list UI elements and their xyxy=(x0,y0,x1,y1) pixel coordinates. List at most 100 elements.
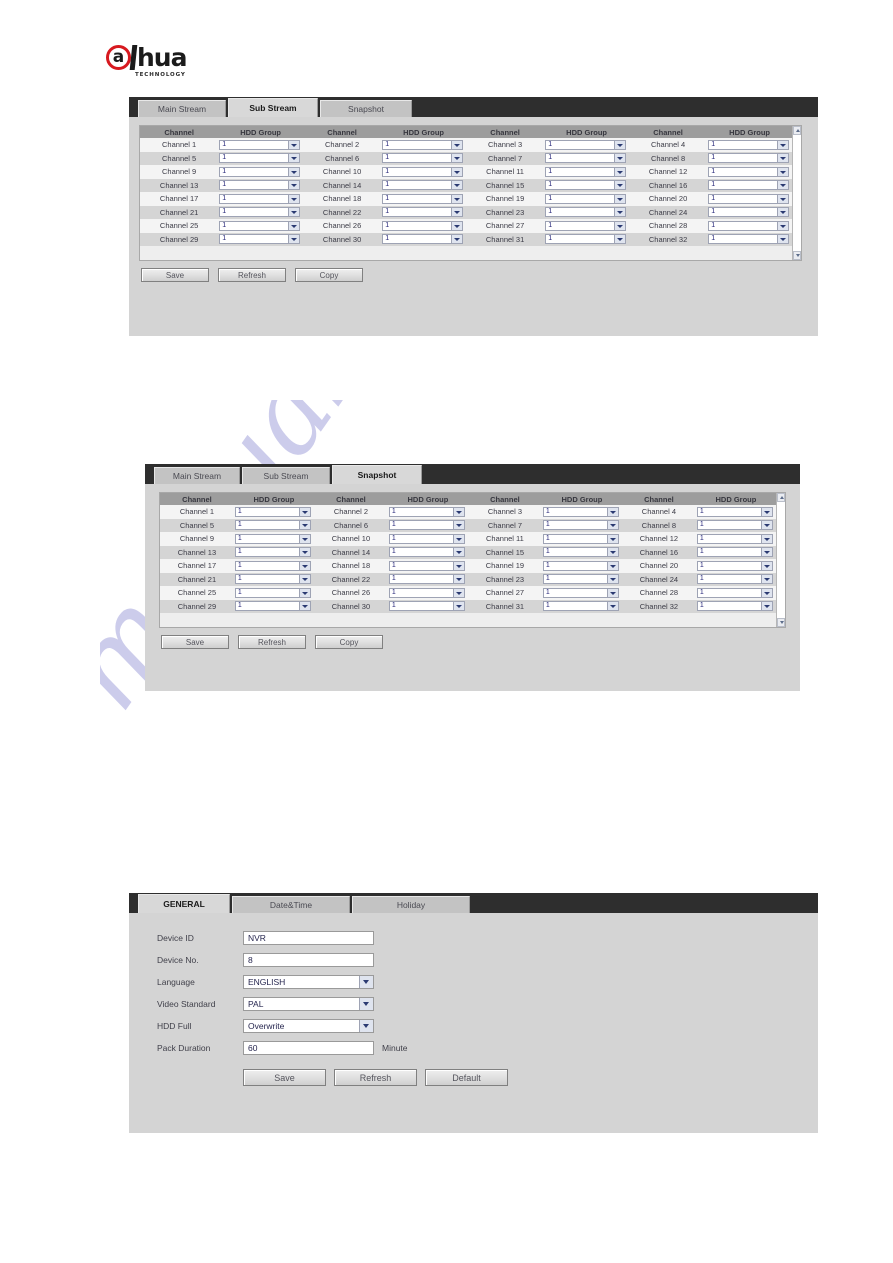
hdd-group-select[interactable]: 1 xyxy=(388,601,465,612)
hdd-group-select[interactable]: 1 xyxy=(388,560,465,571)
chevron-down-icon[interactable] xyxy=(287,154,299,163)
hdd-group-select[interactable]: 1 xyxy=(696,547,773,558)
hdd-group-select[interactable]: 1 xyxy=(234,533,311,544)
chevron-down-icon[interactable] xyxy=(613,167,625,176)
chevron-down-icon[interactable] xyxy=(606,548,618,557)
hdd-group-select[interactable]: 1 xyxy=(542,587,619,598)
hdd-group-select[interactable]: 1 xyxy=(708,220,789,231)
chevron-down-icon[interactable] xyxy=(452,548,464,557)
scroll-up-arrow-icon[interactable] xyxy=(777,493,785,502)
scrollbar-track[interactable] xyxy=(777,502,785,618)
hdd-group-select[interactable]: 1 xyxy=(234,520,311,531)
chevron-down-icon[interactable] xyxy=(777,140,788,149)
chevron-down-icon[interactable] xyxy=(450,181,462,190)
tab-main-stream[interactable]: Main Stream xyxy=(138,100,226,117)
chevron-down-icon[interactable] xyxy=(606,521,618,530)
tab-sub-stream[interactable]: Sub Stream xyxy=(228,98,318,117)
chevron-down-icon[interactable] xyxy=(777,221,788,230)
tab-snapshot[interactable]: Snapshot xyxy=(332,465,422,484)
chevron-down-icon[interactable] xyxy=(359,1020,373,1032)
chevron-down-icon[interactable] xyxy=(287,140,299,149)
hdd-group-select[interactable]: 1 xyxy=(388,533,465,544)
chevron-down-icon[interactable] xyxy=(287,235,299,244)
device-no-input[interactable]: 8 xyxy=(243,953,374,967)
hdd-group-select[interactable]: 1 xyxy=(234,587,311,598)
hdd-group-select[interactable]: 1 xyxy=(219,234,300,245)
chevron-down-icon[interactable] xyxy=(298,534,310,543)
hdd-group-select[interactable]: 1 xyxy=(696,506,773,517)
chevron-down-icon[interactable] xyxy=(287,181,299,190)
chevron-down-icon[interactable] xyxy=(452,507,464,516)
chevron-down-icon[interactable] xyxy=(298,507,310,516)
hdd-group-select[interactable]: 1 xyxy=(696,574,773,585)
hdd-group-select[interactable]: 1 xyxy=(219,166,300,177)
tab-snapshot[interactable]: Snapshot xyxy=(320,100,412,117)
chevron-down-icon[interactable] xyxy=(298,588,310,597)
scroll-up-arrow-icon[interactable] xyxy=(793,126,801,135)
chevron-down-icon[interactable] xyxy=(606,588,618,597)
hdd-group-select[interactable]: 1 xyxy=(388,587,465,598)
hdd-group-select[interactable]: 1 xyxy=(696,601,773,612)
chevron-down-icon[interactable] xyxy=(452,561,464,570)
chevron-down-icon[interactable] xyxy=(613,140,625,149)
hdd-group-select[interactable]: 1 xyxy=(708,166,789,177)
chevron-down-icon[interactable] xyxy=(450,208,462,217)
hdd-group-select[interactable]: 1 xyxy=(219,207,300,218)
chevron-down-icon[interactable] xyxy=(777,194,788,203)
chevron-down-icon[interactable] xyxy=(761,575,772,584)
hdd-group-select[interactable]: 1 xyxy=(696,587,773,598)
hdd-group-select[interactable]: 1 xyxy=(388,574,465,585)
hdd-group-select[interactable]: 1 xyxy=(382,234,463,245)
hdd-group-select[interactable]: 1 xyxy=(545,193,626,204)
hdd-group-select[interactable]: 1 xyxy=(388,506,465,517)
hdd-group-select[interactable]: 1 xyxy=(219,193,300,204)
copy-button[interactable]: Copy xyxy=(315,634,383,649)
save-button[interactable]: Save xyxy=(243,1069,326,1086)
chevron-down-icon[interactable] xyxy=(777,235,788,244)
refresh-button[interactable]: Refresh xyxy=(218,267,286,282)
chevron-down-icon[interactable] xyxy=(287,167,299,176)
chevron-down-icon[interactable] xyxy=(287,208,299,217)
chevron-down-icon[interactable] xyxy=(777,167,788,176)
chevron-down-icon[interactable] xyxy=(606,561,618,570)
chevron-down-icon[interactable] xyxy=(613,235,625,244)
hdd-group-select[interactable]: 1 xyxy=(382,153,463,164)
chevron-down-icon[interactable] xyxy=(452,534,464,543)
save-button[interactable]: Save xyxy=(141,267,209,282)
video-standard-select[interactable]: PAL xyxy=(243,997,374,1011)
chevron-down-icon[interactable] xyxy=(761,602,772,611)
pack-duration-input[interactable]: 60 xyxy=(243,1041,374,1055)
hdd-group-select[interactable]: 1 xyxy=(545,139,626,150)
chevron-down-icon[interactable] xyxy=(761,588,772,597)
chevron-down-icon[interactable] xyxy=(761,561,772,570)
hdd-group-select[interactable]: 1 xyxy=(388,520,465,531)
chevron-down-icon[interactable] xyxy=(606,507,618,516)
hdd-group-select[interactable]: 1 xyxy=(542,601,619,612)
scroll-down-arrow-icon[interactable] xyxy=(793,250,801,260)
chevron-down-icon[interactable] xyxy=(606,534,618,543)
chevron-down-icon[interactable] xyxy=(777,154,788,163)
tab-general[interactable]: GENERAL xyxy=(138,894,230,913)
hdd-group-select[interactable]: 1 xyxy=(382,207,463,218)
chevron-down-icon[interactable] xyxy=(450,194,462,203)
chevron-down-icon[interactable] xyxy=(298,521,310,530)
hdd-group-select[interactable]: 1 xyxy=(382,220,463,231)
tab-date-time[interactable]: Date&Time xyxy=(232,896,350,913)
hdd-group-select[interactable]: 1 xyxy=(234,547,311,558)
device-id-input[interactable]: NVR xyxy=(243,931,374,945)
hdd-group-select[interactable]: 1 xyxy=(542,547,619,558)
hdd-group-select[interactable]: 1 xyxy=(542,520,619,531)
chevron-down-icon[interactable] xyxy=(287,194,299,203)
default-button[interactable]: Default xyxy=(425,1069,508,1086)
chevron-down-icon[interactable] xyxy=(606,575,618,584)
chevron-down-icon[interactable] xyxy=(452,521,464,530)
chevron-down-icon[interactable] xyxy=(606,602,618,611)
chevron-down-icon[interactable] xyxy=(359,998,373,1010)
chevron-down-icon[interactable] xyxy=(452,588,464,597)
chevron-down-icon[interactable] xyxy=(613,208,625,217)
language-select[interactable]: ENGLISH xyxy=(243,975,374,989)
hdd-group-select[interactable]: 1 xyxy=(708,193,789,204)
chevron-down-icon[interactable] xyxy=(298,548,310,557)
chevron-down-icon[interactable] xyxy=(761,507,772,516)
hdd-group-select[interactable]: 1 xyxy=(219,220,300,231)
